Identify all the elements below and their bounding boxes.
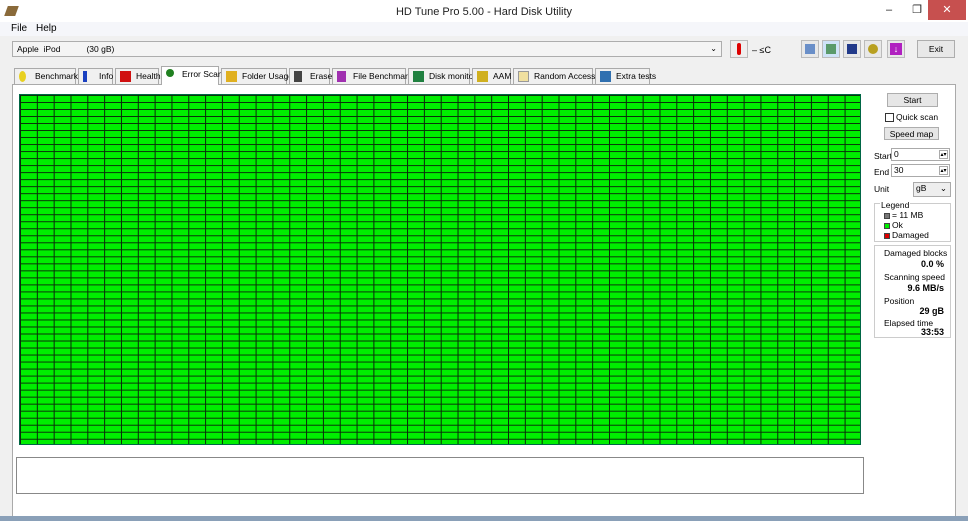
tab-random-access[interactable]: Random Access — [513, 68, 595, 84]
spin-arrows-icon[interactable]: ▴▾ — [939, 150, 948, 159]
folder-icon — [226, 71, 237, 82]
options-icon[interactable] — [864, 40, 882, 58]
tab-aam[interactable]: AAM — [472, 68, 511, 84]
tab-erase[interactable]: Erase — [289, 68, 332, 84]
tab-health[interactable]: Health — [115, 68, 161, 84]
log-area — [16, 457, 864, 494]
menu-bar: File Help — [0, 22, 968, 36]
spin-arrows-icon[interactable]: ▴▾ — [939, 166, 948, 175]
scanning-speed-label: Scanning speed — [884, 272, 945, 282]
damaged-blocks-value: 0.0 % — [920, 259, 944, 269]
error-scan-map — [19, 94, 861, 445]
legend-title: Legend — [880, 200, 911, 210]
unit-label: Unit — [874, 184, 890, 194]
chevron-down-icon: ⌄ — [710, 44, 717, 53]
legend-damaged: Damaged — [884, 230, 929, 240]
tab-info[interactable]: Info — [78, 68, 113, 84]
download-icon[interactable]: ↓ — [887, 40, 905, 58]
lightbulb-icon — [19, 71, 26, 82]
save-icon[interactable] — [843, 40, 861, 58]
legend-box: Legend = 11 MB Ok Damaged — [874, 200, 951, 242]
position-label: Position — [884, 296, 915, 306]
menu-help[interactable]: Help — [36, 23, 57, 34]
menu-file[interactable]: File — [11, 23, 27, 34]
tab-folder-usage[interactable]: Folder Usage — [221, 68, 293, 84]
damaged-blocks-label: Damaged blocks — [884, 248, 948, 258]
monitor-chart-icon — [413, 71, 424, 82]
drive-label: Apple iPod (30 gB) — [17, 44, 115, 54]
chevron-down-icon: ⌄ — [939, 183, 947, 193]
tab-error-scan[interactable]: Error Scan — [161, 66, 223, 85]
temperature-readout: – ≤C — [752, 45, 771, 55]
copy-info-button[interactable] — [801, 40, 819, 58]
end-input[interactable]: 30 ▴▾ — [891, 164, 950, 177]
start-label: Start — [874, 151, 892, 161]
drive-select[interactable]: Apple iPod (30 gB) ⌄ — [12, 41, 722, 57]
tab-benchmark[interactable]: Benchmark — [14, 68, 78, 84]
app-icon — [4, 6, 19, 16]
quick-scan-checkbox[interactable]: Quick scan — [885, 112, 938, 123]
position-value: 29 gB — [919, 306, 944, 316]
speed-map-button[interactable]: Speed map — [884, 127, 939, 140]
tab-file-benchmark[interactable]: File Benchmark — [332, 68, 412, 84]
maximize-button[interactable]: ❐ — [904, 0, 930, 20]
exit-button[interactable]: Exit — [917, 40, 955, 58]
elapsed-time-value: 33:53 — [920, 327, 944, 337]
scatter-chart-icon — [518, 71, 529, 82]
window-title: HD Tune Pro 5.00 - Hard Disk Utility — [395, 6, 573, 18]
minimize-button[interactable]: – — [876, 0, 902, 20]
magnifier-icon — [166, 69, 174, 77]
app-window: HD Tune Pro 5.00 - Hard Disk Utility – ❐… — [0, 0, 968, 521]
tab-disk-monitor[interactable]: Disk monitor — [408, 68, 476, 84]
thermometer-icon — [730, 40, 748, 58]
tab-extra-tests[interactable]: Extra tests — [595, 68, 656, 84]
health-cross-icon — [120, 71, 131, 82]
taskbar — [0, 516, 968, 521]
start-button[interactable]: Start — [887, 93, 938, 107]
legend-block-size: = 11 MB — [884, 210, 923, 220]
info-icon — [83, 71, 87, 82]
copy-screenshot-button[interactable] — [822, 40, 840, 58]
end-label: End — [874, 167, 890, 177]
trash-icon — [294, 71, 302, 82]
scanning-speed-value: 9.6 MB/s — [907, 283, 944, 293]
legend-ok: Ok — [884, 220, 903, 230]
extra-tests-icon — [600, 71, 611, 82]
unit-select[interactable]: gB ⌄ — [913, 182, 951, 197]
start-input[interactable]: 0 ▴▾ — [891, 148, 950, 161]
title-bar: HD Tune Pro 5.00 - Hard Disk Utility – ❐… — [0, 0, 968, 24]
speaker-icon — [477, 71, 488, 82]
close-button[interactable]: ✕ — [928, 0, 966, 20]
file-icon — [337, 71, 346, 82]
